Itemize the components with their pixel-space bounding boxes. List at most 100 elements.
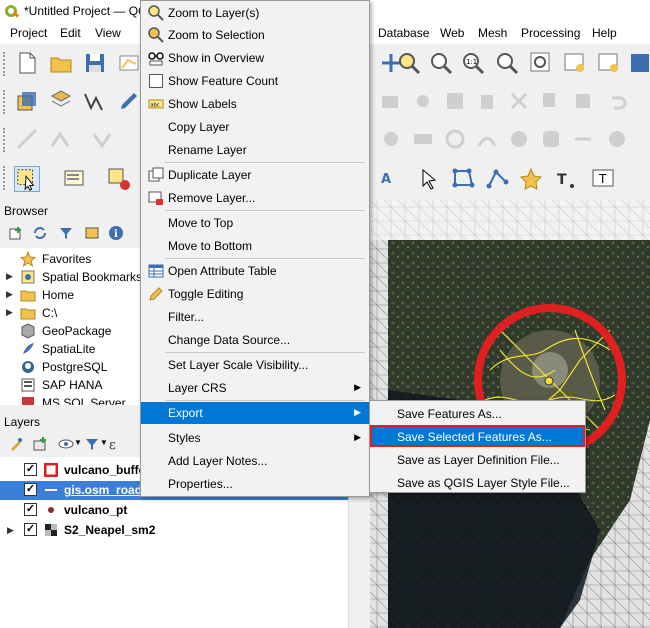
select-features-icon[interactable]	[14, 166, 40, 192]
reshape-icon[interactable]	[90, 126, 116, 152]
delete-ring-icon[interactable]	[604, 126, 630, 152]
menu-item-toggle-editing[interactable]: Toggle Editing	[141, 283, 369, 305]
paste-features-icon[interactable]	[570, 88, 596, 114]
delete-selected-icon[interactable]	[442, 88, 468, 114]
merge-features-icon[interactable]	[48, 126, 74, 152]
add-group-icon[interactable]	[32, 436, 48, 452]
add-selected-layers-icon[interactable]	[8, 225, 24, 241]
data-source-manager-icon[interactable]	[14, 88, 40, 114]
split-parts-icon[interactable]	[410, 126, 436, 152]
menu-item-show-in-overview[interactable]: Show in Overview	[141, 47, 369, 69]
menu-item-copy-layer[interactable]: Copy Layer	[141, 116, 369, 138]
info-icon[interactable]: i	[108, 225, 124, 241]
copy-features-icon[interactable]	[538, 88, 564, 114]
menu-item-save-layer-style[interactable]: Save as QGIS Layer Style File...	[370, 471, 585, 493]
menu-web[interactable]: Web	[440, 26, 464, 40]
expand-arrow-icon[interactable]: ▶	[7, 525, 14, 536]
menu-help[interactable]: Help	[592, 26, 617, 40]
fill-ring-icon[interactable]	[538, 126, 564, 152]
visibility-icon[interactable]	[58, 436, 74, 452]
filter-dropdown-icon[interactable]: ▼	[100, 438, 108, 447]
expand-arrow-icon[interactable]: ▶	[6, 307, 13, 318]
new-project-icon[interactable]	[14, 50, 40, 76]
add-feature-icon[interactable]	[378, 88, 404, 114]
select-label-icon[interactable]	[418, 166, 444, 192]
roads-template-icon[interactable]	[116, 50, 142, 76]
menu-item-add-layer-notes[interactable]: Add Layer Notes...	[141, 450, 369, 472]
simplify-icon[interactable]	[474, 126, 500, 152]
checkbox-icon[interactable]	[148, 73, 164, 89]
filter-icon[interactable]	[58, 225, 74, 241]
menu-item-change-data-source[interactable]: Change Data Source...	[141, 329, 369, 351]
select-by-value-icon[interactable]	[62, 166, 88, 192]
menu-item-set-scale-visibility[interactable]: Set Layer Scale Visibility...	[141, 354, 369, 376]
menu-item-show-feature-count[interactable]: Show Feature Count	[141, 70, 369, 92]
label-tool-icon[interactable]: A	[378, 166, 404, 192]
deselect-all-icon[interactable]	[106, 166, 132, 192]
menu-item-save-selected-features-as[interactable]: Save Selected Features As...	[370, 425, 585, 447]
menu-item-move-to-top[interactable]: Move to Top	[141, 212, 369, 234]
undo-icon[interactable]	[604, 88, 630, 114]
layer-row-s2-neapel[interactable]: ▶ ✓ S2_Neapel_sm2	[0, 521, 348, 540]
split-features-icon[interactable]	[570, 126, 596, 152]
layer-visibility-checkbox[interactable]: ✓	[24, 523, 37, 536]
menu-item-open-attribute-table[interactable]: Open Attribute Table	[141, 260, 369, 282]
rotate-icon[interactable]	[442, 126, 468, 152]
menu-project[interactable]: Project	[10, 26, 47, 40]
toolbar-grip[interactable]	[3, 90, 7, 114]
cad-tools-icon[interactable]	[14, 126, 40, 152]
zoom-layer-icon[interactable]	[528, 50, 554, 76]
new-layer-icon[interactable]	[48, 88, 74, 114]
new-map-view-icon[interactable]	[562, 50, 588, 76]
menu-item-properties[interactable]: Properties...	[141, 473, 369, 495]
menu-edit[interactable]: Edit	[60, 26, 81, 40]
toolbar-grip[interactable]	[3, 128, 7, 152]
cut-features-icon[interactable]	[506, 88, 532, 114]
highlight-star-icon[interactable]	[518, 166, 544, 192]
digitize-icon[interactable]	[116, 88, 142, 114]
refresh-icon[interactable]	[32, 225, 48, 241]
menu-database[interactable]: Database	[378, 26, 429, 40]
menu-item-remove-layer[interactable]: Remove Layer...	[141, 187, 369, 209]
toolbar-grip[interactable]	[3, 166, 7, 190]
expand-arrow-icon[interactable]: ▶	[6, 271, 13, 282]
layer-visibility-checkbox[interactable]: ✓	[24, 463, 37, 476]
expand-arrow-icon[interactable]: ▶	[6, 289, 13, 300]
new-3d-view-icon[interactable]	[596, 50, 622, 76]
menu-item-show-labels[interactable]: abc Show Labels	[141, 93, 369, 115]
menu-item-export[interactable]: Export ▶	[141, 402, 369, 424]
filter-legend-icon[interactable]	[84, 436, 100, 452]
zoom-native-icon[interactable]: 1:1	[460, 50, 486, 76]
add-vector-layer-icon[interactable]	[82, 88, 108, 114]
menu-item-save-layer-definition[interactable]: Save as Layer Definition File...	[370, 448, 585, 470]
toolbar-grip[interactable]	[3, 52, 7, 76]
menu-item-filter[interactable]: Filter...	[141, 306, 369, 328]
text-annotation-tool-icon[interactable]: T	[590, 166, 616, 192]
menu-view[interactable]: View	[95, 26, 121, 40]
visibility-dropdown-icon[interactable]: ▼	[74, 438, 82, 447]
collapse-all-icon[interactable]	[84, 225, 100, 241]
expression-filter-icon[interactable]: ε	[108, 436, 124, 452]
menu-item-move-to-bottom[interactable]: Move to Bottom	[141, 235, 369, 257]
layer-visibility-checkbox[interactable]: ✓	[24, 503, 37, 516]
layer-visibility-checkbox[interactable]: ✓	[24, 483, 37, 496]
vertex-tool-icon[interactable]	[410, 88, 436, 114]
trash-icon[interactable]	[474, 88, 500, 114]
vertex-polygon-icon[interactable]	[450, 166, 476, 192]
menu-item-layer-crs[interactable]: Layer CRS ▶	[141, 377, 369, 399]
open-project-icon[interactable]	[48, 50, 74, 76]
menu-item-zoom-to-layer[interactable]: Zoom to Layer(s)	[141, 2, 369, 24]
new-bookmark-icon[interactable]	[628, 50, 650, 76]
offset-curve-icon[interactable]	[378, 126, 404, 152]
zoom-in-icon[interactable]	[396, 50, 422, 76]
menu-item-duplicate-layer[interactable]: Duplicate Layer	[141, 164, 369, 186]
vertex-line-icon[interactable]	[484, 166, 510, 192]
zoom-out-icon[interactable]	[428, 50, 454, 76]
style-manager-icon[interactable]	[8, 436, 24, 452]
add-ring-icon[interactable]	[506, 126, 532, 152]
text-annotation-icon[interactable]: T	[552, 166, 578, 192]
layer-row-vulcano-pt[interactable]: ✓ vulcano_pt	[0, 501, 348, 520]
menu-item-rename-layer[interactable]: Rename Layer	[141, 139, 369, 161]
menu-mesh[interactable]: Mesh	[478, 26, 507, 40]
menu-processing[interactable]: Processing	[521, 26, 580, 40]
